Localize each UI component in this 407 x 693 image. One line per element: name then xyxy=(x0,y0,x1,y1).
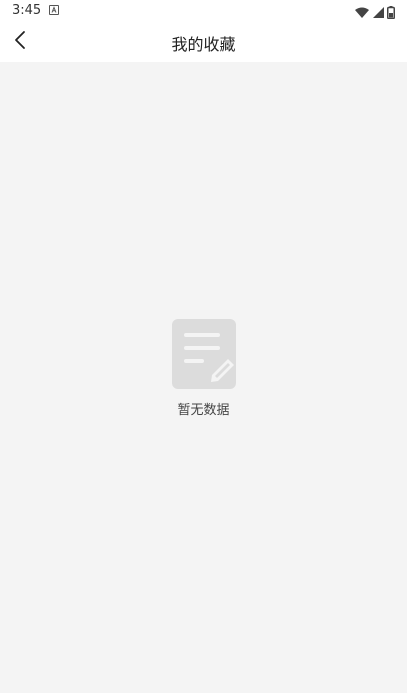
wifi-icon xyxy=(355,4,369,23)
status-icons xyxy=(355,4,395,23)
content-area: 暂无数据 xyxy=(0,62,407,693)
empty-state-text: 暂无数据 xyxy=(177,403,230,418)
empty-note-icon xyxy=(171,319,236,389)
empty-state: 暂无数据 xyxy=(0,319,407,418)
status-bar: 3:45 xyxy=(0,0,407,22)
battery-icon xyxy=(387,4,395,23)
nav-bar: 我的收藏 xyxy=(0,22,407,62)
signal-icon xyxy=(372,4,384,23)
page-title: 我的收藏 xyxy=(171,35,236,54)
status-time: 3:45 xyxy=(12,3,42,18)
notification-a-icon xyxy=(49,5,59,15)
